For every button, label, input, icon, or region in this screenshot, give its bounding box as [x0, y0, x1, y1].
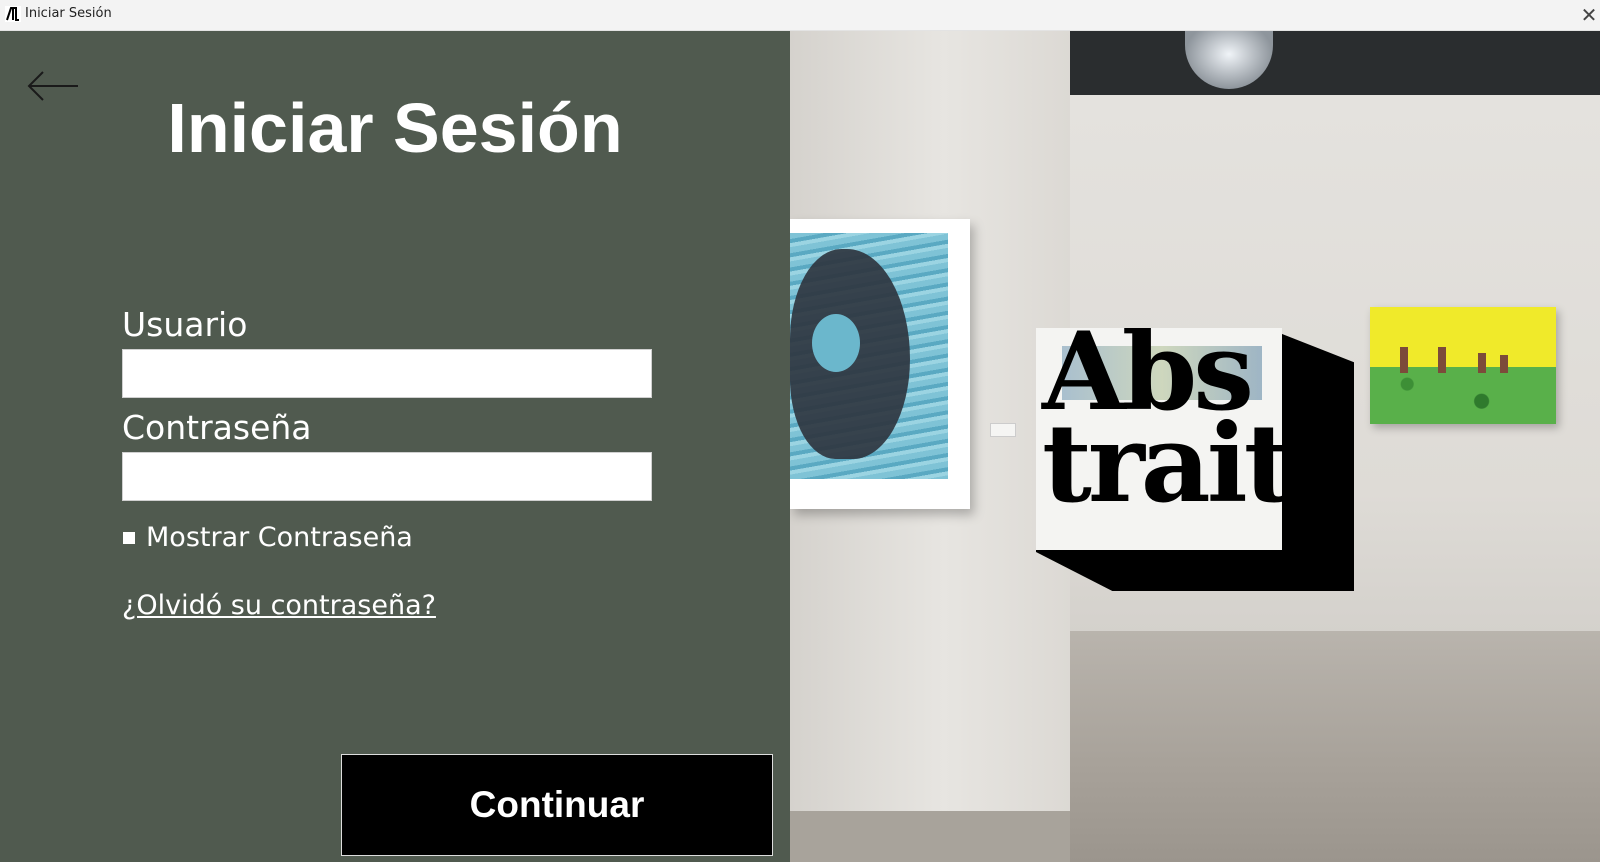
- password-label: Contraseña: [122, 408, 312, 447]
- painting-water: [790, 219, 970, 509]
- painting-figure: [1438, 347, 1446, 373]
- show-password-checkbox[interactable]: [123, 532, 135, 544]
- login-panel: Iniciar Sesión Usuario Contraseña Mostra…: [0, 31, 790, 862]
- painting-figure: [1400, 347, 1408, 373]
- continue-button[interactable]: Continuar: [341, 754, 773, 856]
- gallery-floor: [1070, 631, 1600, 862]
- window-title: Iniciar Sesión: [25, 6, 112, 21]
- painting-figure: [1500, 355, 1508, 373]
- gallery-image: Abs trait: [790, 31, 1600, 862]
- gallery-ceiling: [1070, 31, 1600, 95]
- logo-text: Abs trait: [1042, 328, 1282, 527]
- close-icon[interactable]: ✕: [1578, 4, 1600, 26]
- title-bar: Iniciar Sesión ✕: [0, 0, 1600, 31]
- username-input[interactable]: [122, 349, 652, 398]
- painting-yellow: [1370, 307, 1556, 424]
- logo-line-2: trait: [1042, 401, 1282, 527]
- forgot-password-link[interactable]: ¿Olvidó su contraseña?: [122, 590, 436, 621]
- painting-figure: [1478, 353, 1486, 373]
- app-logo-icon: [5, 6, 21, 22]
- painting-yellow-grass: [1370, 367, 1556, 424]
- painting-water-hole: [812, 314, 860, 372]
- username-label: Usuario: [122, 305, 248, 344]
- page-title: Iniciar Sesión: [167, 89, 623, 167]
- gallery-floor-left: [790, 811, 1070, 862]
- show-password-label[interactable]: Mostrar Contraseña: [146, 522, 413, 553]
- abstrait-logo: Abs trait: [1036, 328, 1282, 550]
- wall-plaque: [990, 423, 1016, 437]
- password-input[interactable]: [122, 452, 652, 501]
